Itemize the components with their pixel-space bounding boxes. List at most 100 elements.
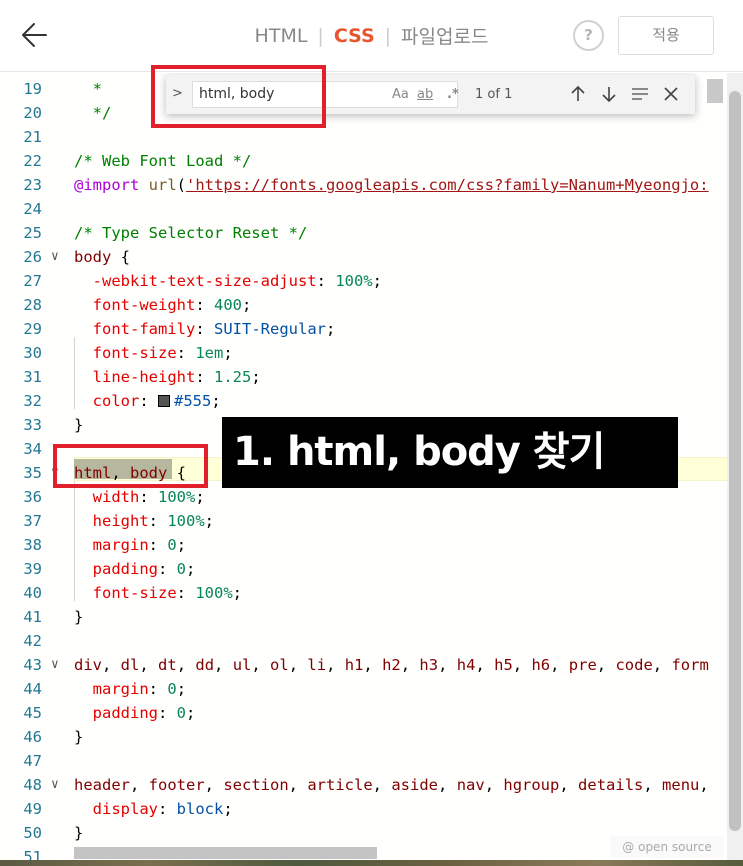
line-number: 34 — [23, 440, 42, 458]
code-text: font-size: 100%; — [92, 584, 243, 602]
code-line[interactable]: 48 ∨ header, footer, section, article, asi… — [0, 773, 727, 797]
line-number: 49 — [23, 800, 42, 818]
code-text: font-family: SUIT-Regular; — [92, 320, 336, 338]
line-number: 44 — [23, 680, 42, 698]
code-text: @import url('https://fonts.googleapis.co… — [74, 176, 709, 194]
line-number: 30 — [23, 344, 42, 362]
annotation-label: 1. html, body 찾기 — [222, 417, 678, 488]
whole-word-icon[interactable]: ab — [417, 87, 433, 102]
code-text: padding: 0; — [92, 704, 196, 722]
code-text: line-height: 1.25; — [92, 368, 261, 386]
code-line[interactable]: 40 font-size: 100%; — [0, 581, 727, 605]
code-text: width: 100%; — [92, 488, 205, 506]
code-text: -webkit-text-size-adjust: 100%; — [92, 272, 382, 290]
line-number: 23 — [23, 176, 42, 194]
apply-button[interactable]: 적용 — [618, 16, 714, 55]
line-number: 22 — [23, 152, 42, 170]
code-line[interactable]: 25 /* Type Selector Reset */ — [0, 221, 727, 245]
line-number: 40 — [23, 584, 42, 602]
line-number: 45 — [23, 704, 42, 722]
line-number: 39 — [23, 560, 42, 578]
selector-red-box — [53, 444, 208, 488]
help-button[interactable]: ? — [573, 20, 604, 51]
line-number: 41 — [23, 608, 42, 626]
line-number: 46 — [23, 728, 42, 746]
line-number: 42 — [23, 632, 42, 650]
code-line[interactable]: 37 height: 100%; — [0, 509, 727, 533]
code-line[interactable]: 31 line-height: 1.25; — [0, 365, 727, 389]
vertical-scrollbar-thumb[interactable] — [729, 91, 741, 831]
line-number: 29 — [23, 320, 42, 338]
code-line[interactable]: 41} — [0, 605, 727, 629]
code-line[interactable]: 26 ∨ body { — [0, 245, 727, 269]
code-text: body { — [74, 248, 131, 266]
code-line[interactable]: 32 color: #555; — [0, 389, 727, 413]
line-number: 50 — [23, 824, 42, 842]
code-line[interactable]: 36 width: 100%; — [0, 485, 727, 509]
fold-chevron-icon[interactable]: ∨ — [51, 245, 67, 269]
code-line[interactable]: 46} — [0, 725, 727, 749]
vertical-scrollbar[interactable] — [727, 73, 743, 866]
code-line[interactable]: 27 -webkit-text-size-adjust: 100%; — [0, 269, 727, 293]
line-number: 32 — [23, 392, 42, 410]
code-line[interactable]: 28 font-weight: 400; — [0, 293, 727, 317]
match-case-icon[interactable]: Aa — [392, 87, 409, 102]
line-number: 19 — [23, 80, 42, 98]
code-text: } — [74, 608, 84, 626]
code-line[interactable]: 42 — [0, 629, 727, 653]
code-line[interactable]: 24 — [0, 197, 727, 221]
line-number: 25 — [23, 224, 42, 242]
find-in-selection-icon[interactable] — [629, 83, 651, 105]
horizontal-scrollbar-thumb[interactable] — [74, 847, 377, 859]
line-number: 31 — [23, 368, 42, 386]
next-match-arrow-down-icon[interactable] — [598, 83, 620, 105]
close-find-icon[interactable] — [660, 83, 682, 105]
code-text: margin: 0; — [92, 536, 187, 554]
code-line[interactable]: 38 margin: 0; — [0, 533, 727, 557]
line-number: 47 — [23, 752, 42, 770]
tab-css[interactable]: CSS — [330, 25, 379, 47]
code-text: } — [74, 824, 84, 842]
code-text: } — [74, 728, 84, 746]
tab-divider: | — [384, 24, 392, 47]
code-line[interactable]: 47 — [0, 749, 727, 773]
code-line[interactable]: 39 padding: 0; — [0, 557, 727, 581]
code-text: height: 100%; — [92, 512, 215, 530]
code-text: display: block; — [92, 800, 233, 818]
find-input-red-box — [151, 65, 326, 128]
code-line[interactable]: 22 /* Web Font Load */ — [0, 149, 727, 173]
code-text: margin: 0; — [92, 680, 187, 698]
code-text: font-size: 1em; — [92, 344, 233, 362]
line-number: 43 — [23, 656, 42, 674]
fold-chevron-icon[interactable]: ∨ — [51, 653, 67, 677]
code-line[interactable]: 44 margin: 0; — [0, 677, 727, 701]
line-number: 35 — [23, 464, 42, 482]
tab-file-upload[interactable]: 파일업로드 — [397, 22, 492, 49]
code-line[interactable]: 21 — [0, 125, 727, 149]
code-text: color: #555; — [92, 392, 221, 410]
line-number: 28 — [23, 296, 42, 314]
code-line[interactable]: 23 @import url('https://fonts.googleapis.… — [0, 173, 727, 197]
code-text: * — [74, 80, 102, 98]
line-number: 37 — [23, 512, 42, 530]
code-line[interactable]: 43 ∨ div, dl, dt, dd, ul, ol, li, h1, h2, … — [0, 653, 727, 677]
line-number: 24 — [23, 200, 42, 218]
line-number: 27 — [23, 272, 42, 290]
overview-ruler-marker — [707, 79, 723, 103]
line-number: 36 — [23, 488, 42, 506]
regex-icon[interactable]: .* — [447, 87, 459, 102]
tab-html[interactable]: HTML — [251, 25, 312, 47]
code-line[interactable]: 29 font-family: SUIT-Regular; — [0, 317, 727, 341]
code-line[interactable]: 49 display: block; — [0, 797, 727, 821]
code-text: /* Type Selector Reset */ — [74, 224, 308, 242]
previous-match-arrow-up-icon[interactable] — [567, 83, 589, 105]
line-number: 20 — [23, 104, 42, 122]
top-bar: HTML | CSS | 파일업로드 ? 적용 — [0, 0, 743, 72]
open-source-badge: @ open source — [610, 836, 724, 858]
fold-chevron-icon[interactable]: ∨ — [51, 773, 67, 797]
code-line[interactable]: 45 padding: 0; — [0, 701, 727, 725]
code-line[interactable]: 30 font-size: 1em; — [0, 341, 727, 365]
code-text: header, footer, section, article, aside,… — [74, 776, 709, 794]
line-number: 21 — [23, 128, 42, 146]
code-text: } — [74, 416, 84, 434]
